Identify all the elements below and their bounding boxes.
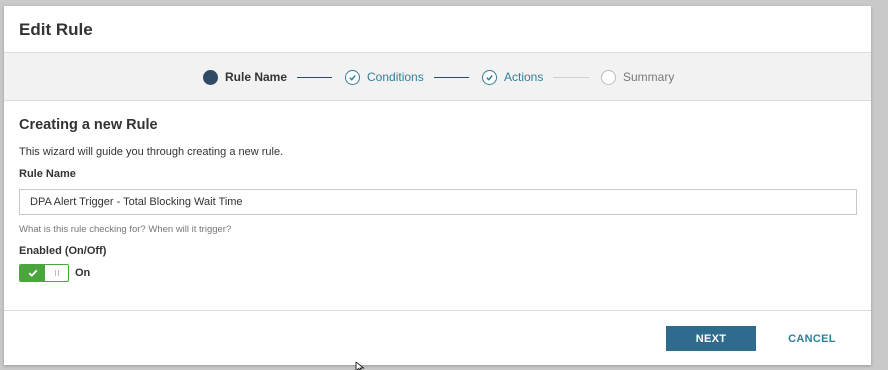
step-label: Conditions: [367, 70, 424, 84]
step-conditions[interactable]: Conditions: [345, 53, 424, 101]
check-icon: [20, 265, 45, 281]
enabled-toggle[interactable]: [19, 264, 69, 282]
next-button[interactable]: NEXT: [666, 326, 756, 351]
step-label: Summary: [623, 70, 675, 84]
dialog-body: Creating a new Rule This wizard will gui…: [4, 117, 871, 282]
step-connector: [553, 77, 589, 78]
check-circle-icon: [345, 69, 360, 85]
rule-name-input[interactable]: [19, 189, 857, 215]
step-summary[interactable]: Summary: [601, 53, 674, 101]
step-connector: [434, 77, 469, 78]
enabled-label: Enabled (On/Off): [19, 245, 107, 257]
current-step-icon: [203, 69, 218, 85]
intro-text: This wizard will guide you through creat…: [19, 146, 284, 158]
dialog-title: Edit Rule: [19, 20, 93, 39]
enabled-toggle-row: On: [19, 264, 856, 282]
step-label: Rule Name: [225, 70, 288, 84]
dialog-footer: NEXT CANCEL: [4, 310, 871, 365]
step-rule-name[interactable]: Rule Name: [203, 53, 287, 101]
step-connector: [297, 77, 332, 78]
toggle-state-label: On: [75, 267, 91, 279]
empty-circle-icon: [601, 69, 616, 85]
mouse-cursor-icon: [355, 362, 365, 370]
check-circle-icon: [482, 69, 497, 85]
step-actions[interactable]: Actions: [482, 53, 543, 101]
wizard-stepper: Rule Name Conditions Actions Summary: [4, 53, 871, 101]
edit-rule-dialog: Edit Rule Rule Name Conditions Actions S…: [4, 6, 871, 365]
dialog-header: Edit Rule: [4, 6, 871, 53]
rule-name-help: What is this rule checking for? When wil…: [19, 224, 232, 235]
toggle-grip-icon: [45, 265, 68, 281]
cancel-button[interactable]: CANCEL: [776, 326, 848, 351]
step-label: Actions: [504, 70, 544, 84]
section-title: Creating a new Rule: [19, 117, 158, 133]
rule-name-label: Rule Name: [19, 168, 76, 180]
